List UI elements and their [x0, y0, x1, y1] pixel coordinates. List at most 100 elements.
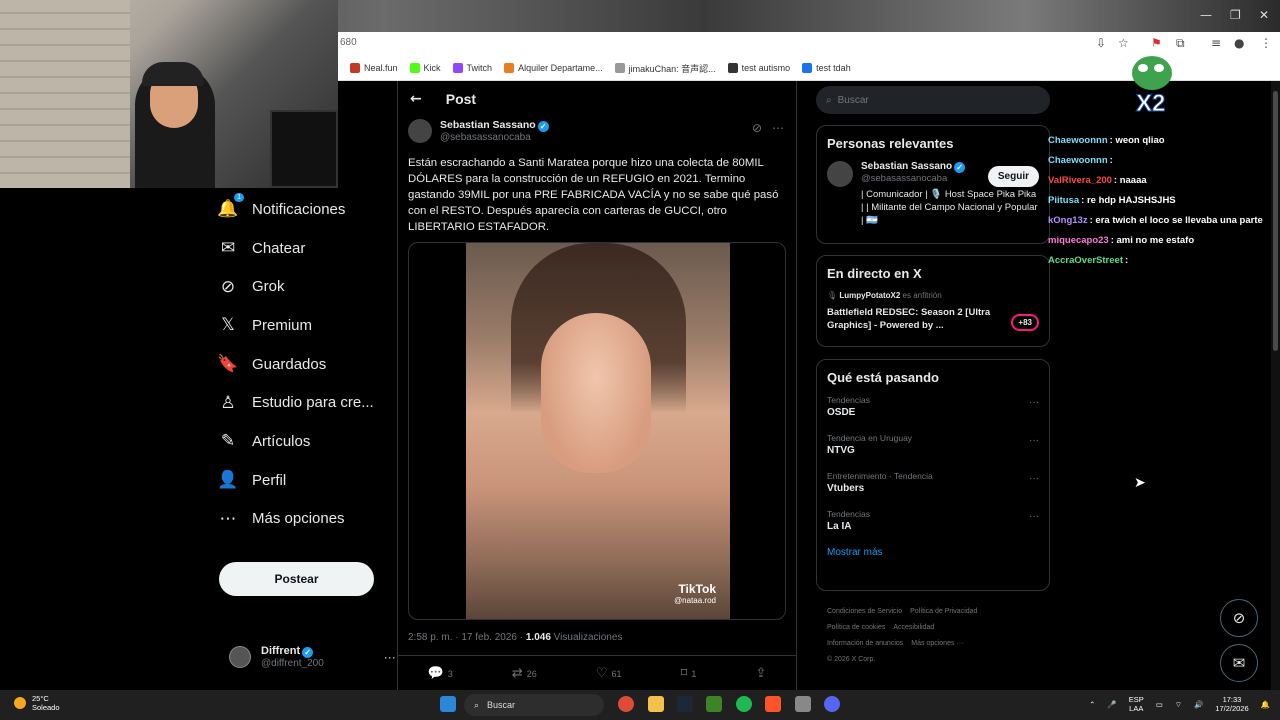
- sidebar-item-artículos[interactable]: ✎ Artículos: [218, 422, 374, 461]
- more-icon[interactable]: ···: [1029, 435, 1039, 446]
- bookmark-item[interactable]: test autismo: [727, 63, 790, 73]
- author-name[interactable]: Sebastian Sassano: [440, 119, 536, 131]
- follow-button[interactable]: Seguir: [987, 166, 1039, 187]
- chat-username[interactable]: AccraOverStreet: [1048, 255, 1123, 266]
- avatar[interactable]: [408, 119, 432, 143]
- sidebar-item-premium[interactable]: 𝕏 Premium: [218, 306, 374, 345]
- app-icon[interactable]: [795, 696, 811, 712]
- tweet-video[interactable]: TikTok @nataa.rod: [408, 242, 786, 620]
- install-icon[interactable]: ⇩: [1096, 36, 1106, 50]
- messages-fab-icon[interactable]: ✉: [1220, 644, 1258, 682]
- like-button[interactable]: ♡ 61: [596, 666, 622, 681]
- relevant-name[interactable]: Sebastian Sassano: [861, 161, 952, 172]
- mic-icon[interactable]: 🎤: [1107, 700, 1116, 709]
- more-icon[interactable]: ···: [1029, 473, 1039, 484]
- chat-username[interactable]: ValRivera_200: [1048, 175, 1112, 186]
- address-bar[interactable]: 680 ⇩ ☆ ⚑ ⧉ ≡ ● ⋮: [338, 32, 1280, 56]
- chat-username[interactable]: Chaewoonnn: [1048, 155, 1108, 166]
- bookmark-button[interactable]: ⌑ 1: [681, 666, 697, 681]
- sidebar-item-más[interactable]: ⋯ Más opciones: [218, 500, 374, 539]
- sidebar-item-guardados[interactable]: 🔖 Guardados: [217, 345, 374, 384]
- live-host[interactable]: 🎙 LumpyPotatoX2 es anfitrión: [827, 291, 1039, 300]
- clock[interactable]: 17:33 17/2/2026: [1215, 695, 1248, 713]
- avatar[interactable]: [827, 161, 853, 187]
- chat-username[interactable]: Chaewoonnn: [1048, 135, 1108, 146]
- footer-link[interactable]: Política de cookies: [827, 624, 885, 631]
- footer-link[interactable]: Más opciones ···: [911, 640, 963, 647]
- grok-fab-icon[interactable]: ⊘: [1220, 599, 1258, 637]
- spotify-icon[interactable]: [736, 696, 752, 712]
- sidebar-item-estudio[interactable]: ♙ Estudio para cre...: [218, 383, 373, 422]
- trend-item[interactable]: Tendencias OSDE ···: [827, 395, 1039, 418]
- live-title[interactable]: Battlefield REDSEC: Season 2 [Ultra Grap…: [827, 306, 992, 332]
- footer-link[interactable]: Política de Privacidad: [910, 608, 977, 615]
- language-indicator[interactable]: ESP LAA: [1129, 695, 1144, 713]
- minecraft-icon[interactable]: [706, 696, 722, 712]
- close-icon[interactable]: ✕: [1259, 8, 1269, 22]
- trend-item[interactable]: Entretenimiento · Tendencia Vtubers ···: [827, 471, 1039, 494]
- trend-item[interactable]: Tendencias La IA ···: [827, 509, 1039, 532]
- taskbar-search[interactable]: ⌕ Buscar: [464, 694, 604, 716]
- sidebar-item-label: Chatear: [252, 239, 306, 257]
- volume-icon[interactable]: 🔊: [1194, 700, 1203, 709]
- footer-link[interactable]: Accesibilidad: [893, 624, 934, 631]
- trend-item[interactable]: Tendencia en Uruguay NTVG ···: [827, 433, 1039, 456]
- bookmark-item[interactable]: Kick: [409, 63, 441, 73]
- wifi-icon[interactable]: ⌔: [1175, 700, 1182, 709]
- minimize-icon[interactable]: —: [1200, 8, 1212, 22]
- discord-icon[interactable]: [824, 696, 840, 712]
- chat-username[interactable]: kOng13z: [1048, 215, 1088, 226]
- post-button[interactable]: Postear: [219, 562, 374, 596]
- brave-icon[interactable]: [765, 696, 781, 712]
- footer-link[interactable]: Información de anuncios: [827, 640, 903, 647]
- card-title: Qué está pasando: [827, 370, 939, 385]
- sidebar-item-chatear[interactable]: ✉ Chatear: [218, 229, 374, 268]
- url-text: 680: [340, 37, 357, 48]
- weather-widget[interactable]: 25°C Soleado: [14, 694, 60, 712]
- bookmark-item[interactable]: Alquiler Departame...: [504, 63, 603, 73]
- more-icon[interactable]: ···: [1029, 511, 1039, 522]
- maximize-icon[interactable]: ❐: [1230, 8, 1241, 22]
- system-tray: ⌃ 🎤 ESP LAA ▭ ⌔ 🔊 17:33 17/2/2026 🔔: [1089, 695, 1270, 713]
- account-switcher[interactable]: Diffrent ✓ @diffrent_200 ···: [229, 645, 396, 669]
- notification-icon[interactable]: 🔔: [1261, 700, 1270, 709]
- search-input[interactable]: ⌕ Buscar: [816, 86, 1050, 114]
- profile-icon[interactable]: ●: [1234, 36, 1244, 50]
- kebab-menu-icon[interactable]: ⋮: [1260, 36, 1272, 50]
- chat-username[interactable]: Piitusa: [1048, 195, 1079, 206]
- bookmark-item[interactable]: jimakuChan: 音声認...: [614, 62, 716, 75]
- grok-icon[interactable]: ⊘: [752, 121, 762, 135]
- footer-link[interactable]: © 2026 X Corp.: [827, 656, 875, 663]
- footer-link[interactable]: Condiciones de Servicio: [827, 608, 902, 615]
- bookmark-item[interactable]: test tdah: [802, 63, 851, 73]
- menu-lines-icon[interactable]: ≡: [1211, 36, 1221, 50]
- puzzle-icon[interactable]: ⧉: [1176, 36, 1185, 51]
- folder-icon[interactable]: [648, 696, 664, 712]
- bookmark-item[interactable]: Neal.fun: [350, 63, 398, 73]
- chrome-icon[interactable]: [618, 696, 634, 712]
- more-icon[interactable]: ···: [1029, 397, 1039, 408]
- reply-button[interactable]: 💬 3: [428, 666, 453, 681]
- tweet-text: Están escrachando a Santi Maratea porque…: [408, 157, 779, 233]
- tweet-author[interactable]: Sebastian Sassano ✓ @sebasassanocaba: [408, 119, 549, 143]
- chevron-up-icon[interactable]: ⌃: [1089, 700, 1095, 709]
- articles-icon: ✎: [220, 431, 236, 452]
- show-more-link[interactable]: Mostrar más: [827, 547, 1039, 558]
- more-icon[interactable]: ⋯: [772, 121, 784, 135]
- scrollbar[interactable]: [1271, 81, 1280, 690]
- share-button[interactable]: ⇪: [755, 666, 766, 681]
- steam-icon[interactable]: [677, 696, 693, 712]
- extension-icon[interactable]: ⚑: [1151, 36, 1162, 50]
- tweet-time[interactable]: 2:58 p. m. · 17 feb. 2026 ·: [408, 632, 526, 643]
- sidebar-item-notificaciones[interactable]: 🔔 1 Notificaciones: [217, 190, 374, 229]
- start-icon[interactable]: [440, 696, 456, 712]
- star-icon[interactable]: ☆: [1118, 36, 1129, 50]
- chat-username[interactable]: miquecapo23: [1048, 235, 1109, 246]
- sidebar-item-perfil[interactable]: 👤 Perfil: [217, 461, 374, 500]
- repost-button[interactable]: ⇄ 26: [512, 666, 537, 681]
- back-arrow-icon[interactable]: ←: [410, 91, 422, 107]
- sidebar-item-grok[interactable]: ⊘ Grok: [218, 267, 374, 306]
- display-icon[interactable]: ▭: [1156, 700, 1163, 709]
- account-more-icon[interactable]: ···: [384, 650, 396, 664]
- bookmark-item[interactable]: Twitch: [452, 63, 492, 73]
